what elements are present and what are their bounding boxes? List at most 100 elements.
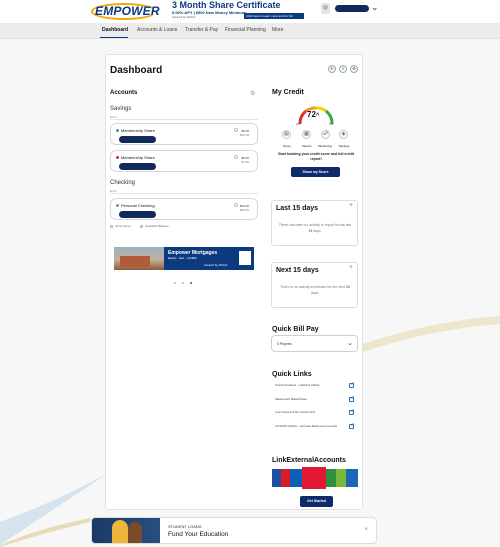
account-card-membership-share-1[interactable]: Membership Share $5.00 $10.00	[110, 123, 258, 145]
bank-logo-icon	[346, 469, 358, 487]
external-link-icon[interactable]	[349, 397, 354, 402]
main-nav: Dashboard Accounts & Loans Transfer & Pa…	[0, 23, 500, 39]
last-15-text-pre: There has been no activity to report for…	[278, 223, 352, 227]
plus-icon[interactable]: +	[349, 264, 353, 271]
quick-link-masterpass[interactable]: Mastercard MasterPass	[275, 397, 345, 402]
house-photo	[114, 247, 164, 270]
account-name: Personal Checking	[121, 203, 155, 208]
promo-category: STUDENT LOANS	[168, 524, 202, 529]
bank-logo-icon	[326, 469, 336, 487]
promo-cta[interactable]: Click here to learn more and for full di…	[244, 13, 304, 22]
accounts-settings-icon[interactable]: ⚙	[250, 90, 255, 97]
report-label: Report	[302, 144, 312, 148]
link-external-title: LinkExternalAccounts	[272, 457, 346, 464]
settings-icon[interactable]: ⚙	[350, 65, 358, 73]
show-score-button[interactable]: Show my Score	[291, 167, 340, 177]
page-title: Dashboard	[110, 65, 163, 76]
bank-logo-icon	[290, 469, 302, 487]
legend-joint-owner: Joint Owner	[110, 224, 131, 228]
info-icon[interactable]	[234, 128, 238, 132]
quick-bill-pay-title: Quick Bill Pay	[272, 326, 319, 333]
nav-dashboard[interactable]: Dashboard	[102, 27, 128, 33]
score-caret-icon: ^	[315, 113, 320, 119]
promo-headline: Fund Your Education	[168, 531, 229, 538]
account-available: $10.00	[239, 133, 249, 137]
next-15-text-post: days.	[310, 291, 320, 295]
gauge-min-label: 300	[296, 123, 301, 126]
monitoring-label: Monitoring	[318, 144, 333, 148]
close-icon[interactable]: ×	[364, 527, 368, 533]
get-started-button[interactable]: Get Started	[300, 496, 333, 507]
nav-active-indicator	[100, 37, 128, 38]
promo-banner[interactable]: 3 Month Share Certificate 6.00% APY | $5…	[170, 0, 310, 22]
next-15-text: There is no activity scheduled for the n…	[278, 284, 352, 296]
last-15-title: Last 15 days	[276, 205, 319, 212]
house-shape	[120, 256, 150, 267]
refresh-icon[interactable]: ↻	[328, 65, 336, 73]
last-15-text: There has been no activity to report for…	[278, 222, 352, 234]
carousel-dot[interactable]	[182, 282, 184, 284]
account-card-membership-share-2[interactable]: Membership Share $5.00 $7.50	[110, 150, 258, 172]
account-card-personal-checking[interactable]: Personal Checking $10.00 $20.00	[110, 198, 258, 220]
info-icon[interactable]	[234, 155, 238, 159]
chevron-down-icon[interactable]: ⌄	[371, 2, 379, 13]
gauge-max-label: 850	[329, 123, 334, 126]
next-15-days-count: 15	[345, 285, 350, 289]
nav-accounts-loans[interactable]: Accounts & Loans	[137, 27, 177, 33]
account-number-masked	[119, 163, 156, 170]
student-loans-promo[interactable]: STUDENT LOANS Fund Your Education ×	[91, 517, 377, 544]
external-link-icon[interactable]	[349, 383, 354, 388]
banner-insured: Insured by NCUA	[204, 263, 228, 267]
payee-select-value: 0 Payees	[277, 342, 292, 346]
account-number-masked	[119, 136, 156, 143]
nav-transfer-pay[interactable]: Transfer & Pay	[185, 27, 218, 33]
report-icon[interactable]: ▦	[302, 130, 311, 139]
my-credit-title: My Credit	[272, 89, 304, 96]
bank-logo-icon	[281, 469, 290, 487]
account-name: Membership Share	[121, 155, 155, 160]
account-available: $7.50	[241, 160, 249, 164]
chevron-down-icon: ⌄	[347, 340, 353, 347]
bank-logo-icon	[272, 469, 281, 487]
legend-joint-label: Joint Owner	[115, 224, 132, 228]
quick-link-check-products[interactable]: Check Products – Harland Clarke	[275, 383, 345, 388]
info-icon[interactable]	[234, 203, 238, 207]
credit-score-digits: 72	[307, 110, 316, 119]
avatar-icon	[321, 3, 330, 14]
equal-housing-icon	[239, 251, 251, 265]
user-menu[interactable]: ⌄	[321, 2, 381, 16]
payee-select[interactable]: 0 Payees ⌄	[271, 335, 358, 352]
quick-link-loan-payment[interactable]: Loan Payment By Credit Card	[275, 410, 345, 415]
carousel-dots[interactable]	[174, 271, 198, 289]
quick-link-cusopa[interactable]: CUSOPA (2024) – Accrued Retirement Centr…	[275, 424, 345, 429]
top-bar: EMPOWER 3 Month Share Certificate 6.00% …	[0, 0, 500, 23]
monitoring-icon[interactable]: ☍	[321, 130, 330, 139]
savings-icon[interactable]: ◈	[339, 130, 348, 139]
list-icon[interactable]: ≡	[339, 65, 347, 73]
account-available: $20.00	[239, 208, 249, 212]
empower-logo[interactable]: EMPOWER	[91, 1, 161, 21]
account-color-dot	[116, 156, 119, 159]
carousel-dot-active[interactable]	[190, 282, 192, 284]
plus-icon[interactable]: +	[349, 202, 353, 209]
last-15-text-post: days.	[312, 229, 322, 233]
bank-logo-icon	[336, 469, 346, 487]
student-figure	[128, 522, 142, 543]
score-label: Score	[283, 144, 291, 148]
mortgage-banner[interactable]: Empower Mortgages Easily... fast... HOME…	[114, 247, 254, 270]
next-15-text-pre: There is no activity scheduled for the n…	[280, 285, 346, 289]
banner-subtitle: Easily... fast... HOME!	[168, 256, 198, 260]
nav-more[interactable]: More	[272, 27, 283, 33]
external-link-icon[interactable]	[349, 424, 354, 429]
score-icon[interactable]: ▤	[282, 130, 291, 139]
divider	[110, 193, 258, 194]
account-color-dot	[116, 204, 119, 207]
accounts-title: Accounts	[110, 90, 138, 96]
checking-group-label: Checking	[110, 180, 136, 186]
carousel-dot[interactable]	[174, 282, 176, 284]
legend-available-label: Available Balance	[145, 224, 169, 228]
nav-financial-planning[interactable]: Financial Planning	[225, 27, 266, 33]
external-link-icon[interactable]	[349, 410, 354, 415]
user-name-masked	[335, 5, 369, 12]
account-color-dot	[116, 129, 119, 132]
